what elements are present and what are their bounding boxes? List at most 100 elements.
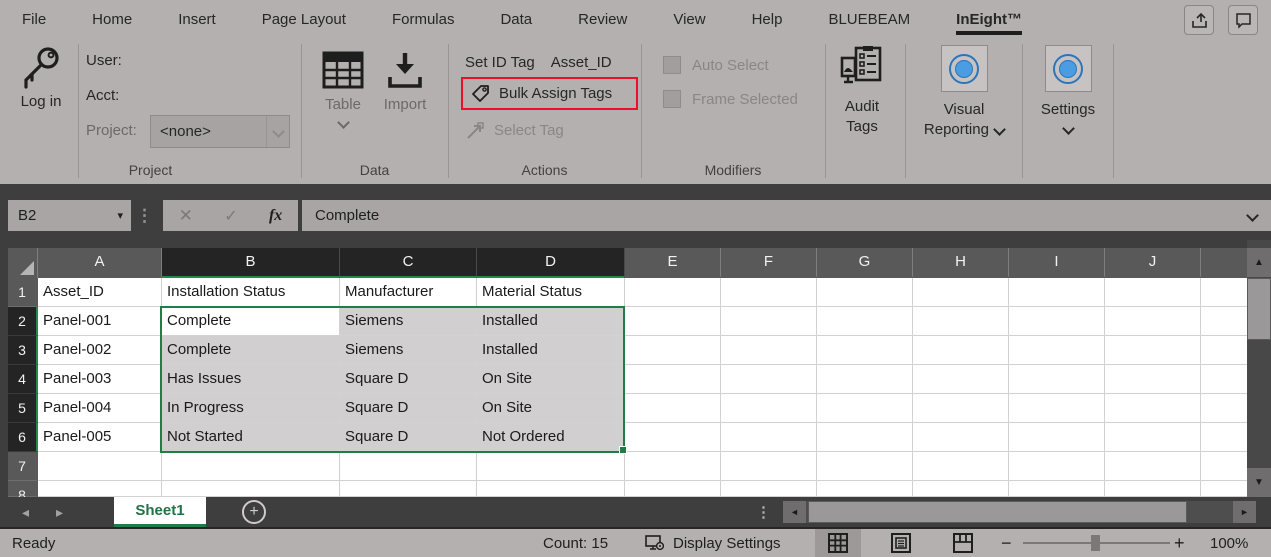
enter-icon[interactable]: ✓: [224, 206, 237, 226]
cell[interactable]: [38, 481, 162, 497]
frame-selected-checkbox-row[interactable]: Frame Selected: [663, 90, 798, 108]
display-settings-button[interactable]: Display Settings: [645, 529, 781, 557]
cell[interactable]: [721, 365, 817, 394]
cell[interactable]: [1105, 423, 1201, 452]
cell[interactable]: [625, 365, 721, 394]
cell-b2-active[interactable]: Complete: [162, 307, 340, 336]
cell-a5[interactable]: Panel-004: [38, 394, 162, 423]
select-all-button[interactable]: [8, 248, 38, 278]
table-button[interactable]: Table: [320, 50, 366, 129]
cell-d6[interactable]: Not Ordered: [477, 423, 625, 452]
row-header-5[interactable]: 5: [8, 394, 38, 423]
comments-button[interactable]: [1228, 5, 1258, 35]
new-sheet-button[interactable]: +: [242, 500, 266, 524]
cell[interactable]: [340, 481, 477, 497]
column-header-d[interactable]: D: [477, 248, 625, 278]
vertical-scrollbar[interactable]: ▲ ▼: [1247, 240, 1271, 497]
cell[interactable]: [1201, 394, 1247, 423]
cell-c4[interactable]: Square D: [340, 365, 477, 394]
cell-c5[interactable]: Square D: [340, 394, 477, 423]
column-header-a[interactable]: A: [38, 248, 162, 278]
cell[interactable]: [1105, 394, 1201, 423]
page-layout-view-button[interactable]: [878, 529, 924, 557]
scroll-right-button[interactable]: ►: [1233, 501, 1256, 523]
row-header-2[interactable]: 2: [8, 307, 38, 336]
auto-select-checkbox-row[interactable]: Auto Select: [663, 56, 769, 74]
horizontal-scrollbar[interactable]: ◄ ►: [783, 501, 1256, 523]
sheet-tab-sheet1[interactable]: Sheet1: [114, 497, 206, 527]
cell-b1[interactable]: Installation Status: [162, 278, 340, 307]
cell[interactable]: [817, 423, 913, 452]
cell-d2[interactable]: Installed: [477, 307, 625, 336]
set-id-tag-button[interactable]: Set ID Tag Asset_ID: [465, 54, 612, 71]
row-header-3[interactable]: 3: [8, 336, 38, 365]
cell[interactable]: [625, 423, 721, 452]
column-header-j[interactable]: J: [1105, 248, 1201, 278]
cell[interactable]: [1201, 278, 1247, 307]
cell[interactable]: [38, 452, 162, 481]
share-button[interactable]: [1184, 5, 1214, 35]
cell[interactable]: [817, 481, 913, 497]
column-header-c[interactable]: C: [340, 248, 477, 278]
normal-view-button[interactable]: [815, 529, 861, 557]
cell[interactable]: [913, 278, 1009, 307]
cell[interactable]: [913, 307, 1009, 336]
cell[interactable]: [625, 336, 721, 365]
insert-function-icon[interactable]: fx: [269, 207, 282, 225]
cell[interactable]: [162, 481, 340, 497]
cell[interactable]: [721, 452, 817, 481]
cell[interactable]: [913, 365, 1009, 394]
cell[interactable]: [625, 278, 721, 307]
column-header-e[interactable]: E: [625, 248, 721, 278]
cell-d5[interactable]: On Site: [477, 394, 625, 423]
bulk-assign-tags-button[interactable]: Bulk Assign Tags: [461, 77, 638, 110]
cell-c2[interactable]: Siemens: [340, 307, 477, 336]
column-header-g[interactable]: G: [817, 248, 913, 278]
cell[interactable]: [1009, 423, 1105, 452]
cell-a2[interactable]: Panel-001: [38, 307, 162, 336]
cell[interactable]: [721, 423, 817, 452]
cell-d1[interactable]: Material Status: [477, 278, 625, 307]
name-box[interactable]: B2 ▾: [8, 200, 131, 231]
cell[interactable]: [1201, 307, 1247, 336]
cancel-icon[interactable]: ✕: [179, 206, 193, 226]
cell-c6[interactable]: Square D: [340, 423, 477, 452]
cell[interactable]: [817, 365, 913, 394]
cell-c1[interactable]: Manufacturer: [340, 278, 477, 307]
next-sheet-button[interactable]: ▸: [56, 497, 63, 527]
cell-a6[interactable]: Panel-005: [38, 423, 162, 452]
project-dropdown[interactable]: <none>: [150, 115, 290, 148]
zoom-slider-thumb[interactable]: [1091, 535, 1100, 551]
column-header-i[interactable]: I: [1009, 248, 1105, 278]
cell[interactable]: [721, 307, 817, 336]
previous-sheet-button[interactable]: ◂: [22, 497, 29, 527]
cell[interactable]: [162, 452, 340, 481]
cell[interactable]: [625, 481, 721, 497]
cell[interactable]: [1009, 365, 1105, 394]
cell[interactable]: [1105, 307, 1201, 336]
cell[interactable]: [1009, 452, 1105, 481]
cell-b6[interactable]: Not Started: [162, 423, 340, 452]
cell-a3[interactable]: Panel-002: [38, 336, 162, 365]
cell[interactable]: [817, 394, 913, 423]
cell[interactable]: [1201, 336, 1247, 365]
cell[interactable]: [1201, 423, 1247, 452]
row-header-1[interactable]: 1: [8, 278, 38, 307]
cell[interactable]: [721, 336, 817, 365]
cell[interactable]: [913, 452, 1009, 481]
import-button[interactable]: Import: [380, 50, 430, 115]
cell[interactable]: [913, 394, 1009, 423]
audit-tags-button[interactable]: Audit Tags: [833, 46, 891, 137]
cell[interactable]: [721, 481, 817, 497]
column-header-b[interactable]: B: [162, 248, 340, 278]
row-header-6[interactable]: 6: [8, 423, 38, 452]
page-break-view-button[interactable]: [940, 529, 986, 557]
cell[interactable]: [1105, 278, 1201, 307]
formula-bar-drag-handle[interactable]: ⋮: [136, 200, 153, 231]
cell[interactable]: [721, 394, 817, 423]
name-box-dropdown-icon[interactable]: ▾: [117, 209, 131, 222]
cell-b4[interactable]: Has Issues: [162, 365, 340, 394]
cell[interactable]: [1009, 394, 1105, 423]
cell[interactable]: [1009, 336, 1105, 365]
cell[interactable]: [913, 481, 1009, 497]
